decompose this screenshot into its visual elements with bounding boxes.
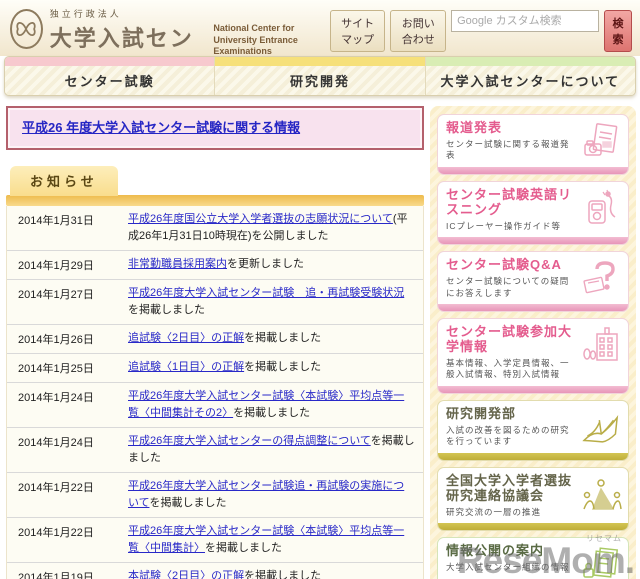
search-input[interactable] xyxy=(451,10,600,32)
news-text: 平成26年度大学入試センター試験 追・再試験受験状況を掲載しました xyxy=(128,285,423,318)
news-text-suffix: を掲載しました xyxy=(244,570,322,579)
news-text: 本試験〈2日目〉の正解を掲載しました xyxy=(128,568,423,579)
sidebar-card-1[interactable]: 報道発表 センター試験に関する報道発表 xyxy=(437,114,629,175)
nav-tab-3[interactable]: 大学入試センターについて xyxy=(424,57,635,95)
news-text-suffix: を掲載しました xyxy=(233,406,311,419)
sidebar-card-accent-bar xyxy=(438,523,628,531)
nav-tab-accent-strip xyxy=(215,57,425,66)
news-header-bar xyxy=(6,195,424,206)
news-text-suffix: を掲載しました xyxy=(128,303,205,316)
site-title-en: National Center for University Entrance … xyxy=(213,23,298,57)
news-row: 2014年1月24日 平成26年度大学入試センター試験〈本試験〉平均点等一覧〈中間… xyxy=(7,383,423,428)
news-link[interactable]: 平成26年度大学入試センター試験 追・再試験受験状況 xyxy=(128,287,404,299)
news-date: 2014年1月29日 xyxy=(18,260,94,272)
sidebar-card-5[interactable]: 研究開発部 入試の改善を図るための研究を行っています xyxy=(437,399,629,461)
sidebar-card-4[interactable]: センター試験参加大学情報 基本情報、入学定員情報、一般入試情報、特別入試情報 xyxy=(437,318,629,394)
page: 独立行政法人 大学入試センター National Center for Univ… xyxy=(0,0,640,579)
news-date: 2014年1月22日 xyxy=(18,482,94,494)
news-date: 2014年1月24日 xyxy=(18,392,94,404)
news-link[interactable]: 平成26年度国公立大学入学者選抜の志願状況について xyxy=(128,213,393,225)
sidebar-card-2[interactable]: センター試験英語リスニング ICプレーヤー操作ガイド等 xyxy=(437,180,629,246)
news-link[interactable]: 非常勤職員採用案内 xyxy=(128,258,227,270)
news-text: 平成26年度大学入試センター試験〈本試験〉平均点等一覧〈中間集計その2〉を掲載し… xyxy=(128,388,423,421)
news-row: 2014年1月24日 平成26年度大学入試センターの得点調整についてを掲載しました xyxy=(7,428,423,473)
news-row: 2014年1月22日 平成26年度大学入試センター試験〈本試験〉平均点等一覧〈中間… xyxy=(7,518,423,563)
sidebar-card-accent-bar xyxy=(438,385,628,393)
nav-tab-label: 研究開発 xyxy=(215,66,425,95)
people-podium-icon xyxy=(579,475,623,515)
org-type: 独立行政法人 xyxy=(49,9,122,19)
nav-tab-accent-strip xyxy=(5,57,215,66)
question-mark-icon xyxy=(579,259,623,299)
news-row: 2014年1月25日 追試験〈1日目〉の正解を掲載しました xyxy=(7,354,423,383)
news-date: 2014年1月27日 xyxy=(18,289,94,301)
university-building-icon xyxy=(579,326,623,366)
sidebar-card-accent-bar xyxy=(438,304,628,312)
notice-banner-link[interactable]: 平成26 年度大学入試センター試験に関する情報 xyxy=(22,120,300,135)
news-date: 2014年1月22日 xyxy=(18,527,94,539)
butterfly-logo-icon xyxy=(10,9,43,49)
news-link[interactable]: 平成26年度大学入試センターの得点調整について xyxy=(128,435,371,447)
open-book-icon xyxy=(579,408,623,448)
news-text: 平成26年度国公立大学入学者選抜の志願状況について(平成26年1月31日10時現… xyxy=(128,211,423,244)
nav-tab-accent-strip xyxy=(425,57,635,66)
sidebar-card-7[interactable]: 情報公開の案内 大学入試センター組織の情報 xyxy=(437,537,629,579)
news-date: 2014年1月19日 xyxy=(18,572,94,579)
search-button[interactable]: 検索 xyxy=(604,10,632,52)
site-logo[interactable]: 独立行政法人 大学入試センター National Center for Univ… xyxy=(10,7,330,83)
news-text: 追試験〈2日目〉の正解を掲載しました xyxy=(128,330,423,347)
news-date: 2014年1月31日 xyxy=(18,215,94,227)
main-column: 平成26 年度大学入試センター試験に関する情報 お知らせ 2014年1月31日平… xyxy=(6,106,424,579)
contact-button[interactable]: お問い合わせ xyxy=(390,10,447,52)
news-date: 2014年1月26日 xyxy=(18,334,94,346)
news-text: 追試験〈1日目〉の正解を掲載しました xyxy=(128,359,423,376)
news-list: 2014年1月31日 平成26年度国公立大学入学者選抜の志願状況について(平成26… xyxy=(6,206,424,579)
news-text-suffix: を掲載しました xyxy=(205,541,282,554)
sidebar-card-6[interactable]: 全国大学入学者選抜研究連絡協議会 研究交流の一層の推進 xyxy=(437,466,629,532)
news-section: お知らせ 2014年1月31日 平成26年度国公立大学入学者選抜の志願状況について… xyxy=(6,166,424,579)
news-text-suffix: を掲載しました xyxy=(244,361,322,373)
notice-banner: 平成26 年度大学入試センター試験に関する情報 xyxy=(6,106,424,150)
sidebar-card-accent-bar xyxy=(438,237,628,245)
news-text: 非常勤職員採用案内を更新しました xyxy=(128,256,423,273)
main-nav: センター試験 研究開発 大学入試センターについて xyxy=(4,56,636,96)
press-release-icon xyxy=(579,122,623,162)
news-row: 2014年1月27日 平成26年度大学入試センター試験 追・再試験受験状況を掲載し… xyxy=(7,280,423,325)
news-row: 2014年1月29日 非常勤職員採用案内を更新しました xyxy=(7,251,423,280)
news-row: 2014年1月22日 平成26年度大学入試センター試験追・再試験の実施についてを掲… xyxy=(7,473,423,518)
news-link[interactable]: 追試験〈2日目〉の正解 xyxy=(128,332,244,344)
news-text: 平成26年度大学入試センター試験追・再試験の実施についてを掲載しました xyxy=(128,478,423,511)
nav-tab-label: センター試験 xyxy=(5,66,215,95)
news-row: 2014年1月19日 本試験〈2日目〉の正解を掲載しました xyxy=(7,563,423,579)
news-text-suffix: を掲載しました xyxy=(244,332,322,344)
news-text: 平成26年度大学入試センターの得点調整についてを掲載しました xyxy=(128,433,423,466)
news-text-suffix: を更新しました xyxy=(227,258,304,270)
news-section-title: お知らせ xyxy=(10,166,118,196)
news-link[interactable]: 追試験〈1日目〉の正解 xyxy=(128,361,244,373)
news-date: 2014年1月25日 xyxy=(18,363,94,375)
sidebar-card-accent-bar xyxy=(438,452,628,460)
news-row: 2014年1月26日 追試験〈2日目〉の正解を掲載しました xyxy=(7,325,423,354)
header-tools: サイトマップ お問い合わせ 検索 xyxy=(329,7,632,56)
nav-tab-label: 大学入試センターについて xyxy=(425,66,635,95)
sidebar-card-accent-bar xyxy=(438,166,628,174)
content: 平成26 年度大学入試センター試験に関する情報 お知らせ 2014年1月31日平… xyxy=(0,96,640,579)
sitemap-button[interactable]: サイトマップ xyxy=(329,10,386,52)
news-text-suffix: を掲載しました xyxy=(149,496,227,509)
news-row: 2014年1月31日 平成26年度国公立大学入学者選抜の志願状況について(平成26… xyxy=(7,206,423,251)
sidebar: 報道発表 センター試験に関する報道発表 センター試験英語リスニング ICプレーヤー操作… xyxy=(430,106,636,579)
sidebar-card-3[interactable]: センター試験Q&A センター試験についての疑問にお答えします xyxy=(437,251,629,313)
documents-lock-icon xyxy=(579,545,623,579)
news-text: 平成26年度大学入試センター試験〈本試験〉平均点等一覧〈中間集計〉を掲載しました xyxy=(128,523,423,556)
nav-tab-1[interactable]: センター試験 xyxy=(5,57,215,95)
site-header: 独立行政法人 大学入試センター National Center for Univ… xyxy=(0,0,640,83)
nav-tab-2[interactable]: 研究開発 xyxy=(214,57,425,95)
news-link[interactable]: 本試験〈2日目〉の正解 xyxy=(128,570,244,579)
ic-player-icon xyxy=(579,189,623,229)
news-date: 2014年1月24日 xyxy=(18,437,94,449)
